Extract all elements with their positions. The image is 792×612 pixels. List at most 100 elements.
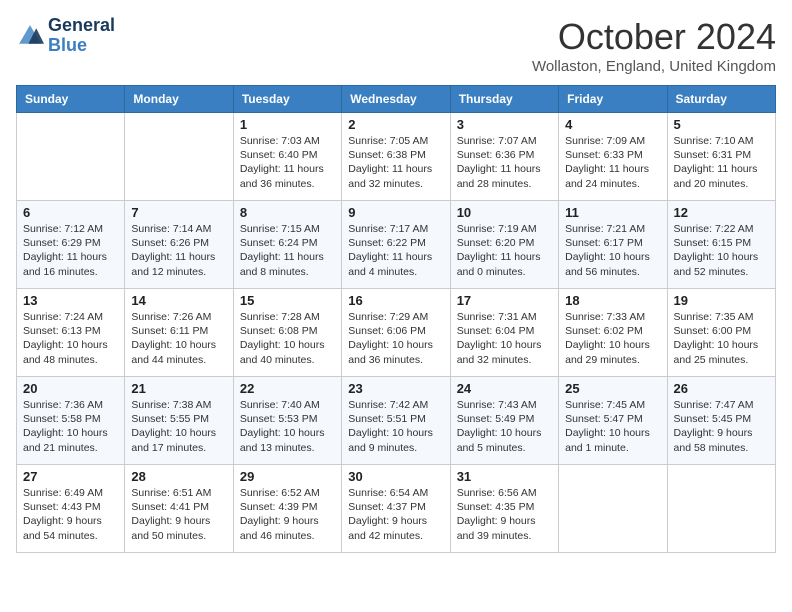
day-info: Sunrise: 7:36 AMSunset: 5:58 PMDaylight:… <box>23 398 118 455</box>
day-number: 4 <box>565 117 660 132</box>
title-block: October 2024 Wollaston, England, United … <box>532 16 776 75</box>
day-number: 2 <box>348 117 443 132</box>
day-info: Sunrise: 7:12 AMSunset: 6:29 PMDaylight:… <box>23 222 118 279</box>
day-info: Sunrise: 7:42 AMSunset: 5:51 PMDaylight:… <box>348 398 443 455</box>
day-number: 20 <box>23 381 118 396</box>
calendar-cell: 5 Sunrise: 7:10 AMSunset: 6:31 PMDaylight… <box>667 113 775 201</box>
weekday-header-monday: Monday <box>125 86 233 113</box>
day-info: Sunrise: 7:03 AMSunset: 6:40 PMDaylight:… <box>240 134 335 191</box>
weekday-header-friday: Friday <box>559 86 667 113</box>
calendar-table: SundayMondayTuesdayWednesdayThursdayFrid… <box>16 85 776 553</box>
page-header: General Blue October 2024 Wollaston, Eng… <box>16 16 776 75</box>
day-number: 9 <box>348 205 443 220</box>
calendar-cell: 22Sunrise: 7:40 AMSunset: 5:53 PMDayligh… <box>233 377 341 465</box>
day-number: 27 <box>23 469 118 484</box>
week-row-2: 6Sunrise: 7:12 AMSunset: 6:29 PMDaylight… <box>17 201 776 289</box>
day-number: 3 <box>457 117 552 132</box>
day-number: 25 <box>565 381 660 396</box>
week-row-3: 13 Sunrise: 7:24 AMSunset: 6:13 PMDayligh… <box>17 289 776 377</box>
day-info: Sunrise: 6:52 AMSunset: 4:39 PMDaylight:… <box>240 486 335 543</box>
week-row-4: 20 Sunrise: 7:36 AMSunset: 5:58 PMDayligh… <box>17 377 776 465</box>
day-number: 26 <box>674 381 769 396</box>
calendar-cell: 15Sunrise: 7:28 AMSunset: 6:08 PMDayligh… <box>233 289 341 377</box>
day-number: 17 <box>457 293 552 308</box>
calendar-cell <box>667 465 775 553</box>
logo-icon <box>16 22 44 50</box>
calendar-cell: 28Sunrise: 6:51 AMSunset: 4:41 PMDayligh… <box>125 465 233 553</box>
day-info: Sunrise: 7:26 AMSunset: 6:11 PMDaylight:… <box>131 310 226 367</box>
day-number: 10 <box>457 205 552 220</box>
calendar-cell: 21Sunrise: 7:38 AMSunset: 5:55 PMDayligh… <box>125 377 233 465</box>
day-info: Sunrise: 7:43 AMSunset: 5:49 PMDaylight:… <box>457 398 552 455</box>
day-info: Sunrise: 7:09 AMSunset: 6:33 PMDaylight:… <box>565 134 660 191</box>
weekday-header-wednesday: Wednesday <box>342 86 450 113</box>
day-number: 16 <box>348 293 443 308</box>
day-info: Sunrise: 7:17 AMSunset: 6:22 PMDaylight:… <box>348 222 443 279</box>
weekday-header-thursday: Thursday <box>450 86 558 113</box>
calendar-cell: 29 Sunrise: 6:52 AMSunset: 4:39 PMDayligh… <box>233 465 341 553</box>
logo-text: General Blue <box>48 16 115 56</box>
weekday-header-sunday: Sunday <box>17 86 125 113</box>
day-info: Sunrise: 7:47 AMSunset: 5:45 PMDaylight:… <box>674 398 769 455</box>
calendar-cell: 7 Sunrise: 7:14 AMSunset: 6:26 PMDaylight… <box>125 201 233 289</box>
day-info: Sunrise: 7:14 AMSunset: 6:26 PMDaylight:… <box>131 222 226 279</box>
calendar-cell <box>17 113 125 201</box>
calendar-cell: 12Sunrise: 7:22 AMSunset: 6:15 PMDayligh… <box>667 201 775 289</box>
calendar-cell: 3 Sunrise: 7:07 AMSunset: 6:36 PMDaylight… <box>450 113 558 201</box>
logo: General Blue <box>16 16 115 56</box>
day-number: 29 <box>240 469 335 484</box>
calendar-cell: 24Sunrise: 7:43 AMSunset: 5:49 PMDayligh… <box>450 377 558 465</box>
calendar-cell: 10 Sunrise: 7:19 AMSunset: 6:20 PMDayligh… <box>450 201 558 289</box>
calendar-cell: 27 Sunrise: 6:49 AMSunset: 4:43 PMDayligh… <box>17 465 125 553</box>
calendar-cell: 30 Sunrise: 6:54 AMSunset: 4:37 PMDayligh… <box>342 465 450 553</box>
day-number: 1 <box>240 117 335 132</box>
week-row-1: 1 Sunrise: 7:03 AMSunset: 6:40 PMDaylight… <box>17 113 776 201</box>
day-info: Sunrise: 7:38 AMSunset: 5:55 PMDaylight:… <box>131 398 226 455</box>
day-info: Sunrise: 7:31 AMSunset: 6:04 PMDaylight:… <box>457 310 552 367</box>
day-info: Sunrise: 7:19 AMSunset: 6:20 PMDaylight:… <box>457 222 552 279</box>
day-number: 5 <box>674 117 769 132</box>
day-number: 19 <box>674 293 769 308</box>
day-number: 28 <box>131 469 226 484</box>
day-info: Sunrise: 7:21 AMSunset: 6:17 PMDaylight:… <box>565 222 660 279</box>
day-number: 18 <box>565 293 660 308</box>
day-number: 22 <box>240 381 335 396</box>
day-info: Sunrise: 6:54 AMSunset: 4:37 PMDaylight:… <box>348 486 443 543</box>
day-info: Sunrise: 7:22 AMSunset: 6:15 PMDaylight:… <box>674 222 769 279</box>
weekday-header-tuesday: Tuesday <box>233 86 341 113</box>
day-number: 23 <box>348 381 443 396</box>
calendar-cell: 1 Sunrise: 7:03 AMSunset: 6:40 PMDaylight… <box>233 113 341 201</box>
day-info: Sunrise: 6:56 AMSunset: 4:35 PMDaylight:… <box>457 486 552 543</box>
calendar-cell: 4 Sunrise: 7:09 AMSunset: 6:33 PMDaylight… <box>559 113 667 201</box>
day-info: Sunrise: 7:15 AMSunset: 6:24 PMDaylight:… <box>240 222 335 279</box>
day-info: Sunrise: 7:33 AMSunset: 6:02 PMDaylight:… <box>565 310 660 367</box>
location: Wollaston, England, United Kingdom <box>532 58 776 75</box>
day-info: Sunrise: 7:05 AMSunset: 6:38 PMDaylight:… <box>348 134 443 191</box>
calendar-cell <box>559 465 667 553</box>
week-row-5: 27 Sunrise: 6:49 AMSunset: 4:43 PMDayligh… <box>17 465 776 553</box>
weekday-header-row: SundayMondayTuesdayWednesdayThursdayFrid… <box>17 86 776 113</box>
day-number: 8 <box>240 205 335 220</box>
day-info: Sunrise: 7:24 AMSunset: 6:13 PMDaylight:… <box>23 310 118 367</box>
calendar-cell: 20 Sunrise: 7:36 AMSunset: 5:58 PMDayligh… <box>17 377 125 465</box>
day-info: Sunrise: 7:29 AMSunset: 6:06 PMDaylight:… <box>348 310 443 367</box>
day-info: Sunrise: 7:07 AMSunset: 6:36 PMDaylight:… <box>457 134 552 191</box>
day-number: 11 <box>565 205 660 220</box>
calendar-cell <box>125 113 233 201</box>
calendar-cell: 18 Sunrise: 7:33 AMSunset: 6:02 PMDayligh… <box>559 289 667 377</box>
calendar-cell: 13 Sunrise: 7:24 AMSunset: 6:13 PMDayligh… <box>17 289 125 377</box>
calendar-cell: 31Sunrise: 6:56 AMSunset: 4:35 PMDayligh… <box>450 465 558 553</box>
day-number: 7 <box>131 205 226 220</box>
day-info: Sunrise: 7:10 AMSunset: 6:31 PMDaylight:… <box>674 134 769 191</box>
calendar-cell: 16 Sunrise: 7:29 AMSunset: 6:06 PMDayligh… <box>342 289 450 377</box>
day-info: Sunrise: 6:49 AMSunset: 4:43 PMDaylight:… <box>23 486 118 543</box>
day-number: 30 <box>348 469 443 484</box>
day-info: Sunrise: 7:28 AMSunset: 6:08 PMDaylight:… <box>240 310 335 367</box>
calendar-cell: 11 Sunrise: 7:21 AMSunset: 6:17 PMDayligh… <box>559 201 667 289</box>
calendar-cell: 19Sunrise: 7:35 AMSunset: 6:00 PMDayligh… <box>667 289 775 377</box>
calendar-cell: 2 Sunrise: 7:05 AMSunset: 6:38 PMDaylight… <box>342 113 450 201</box>
weekday-header-saturday: Saturday <box>667 86 775 113</box>
day-number: 14 <box>131 293 226 308</box>
day-number: 13 <box>23 293 118 308</box>
month-title: October 2024 <box>532 16 776 58</box>
